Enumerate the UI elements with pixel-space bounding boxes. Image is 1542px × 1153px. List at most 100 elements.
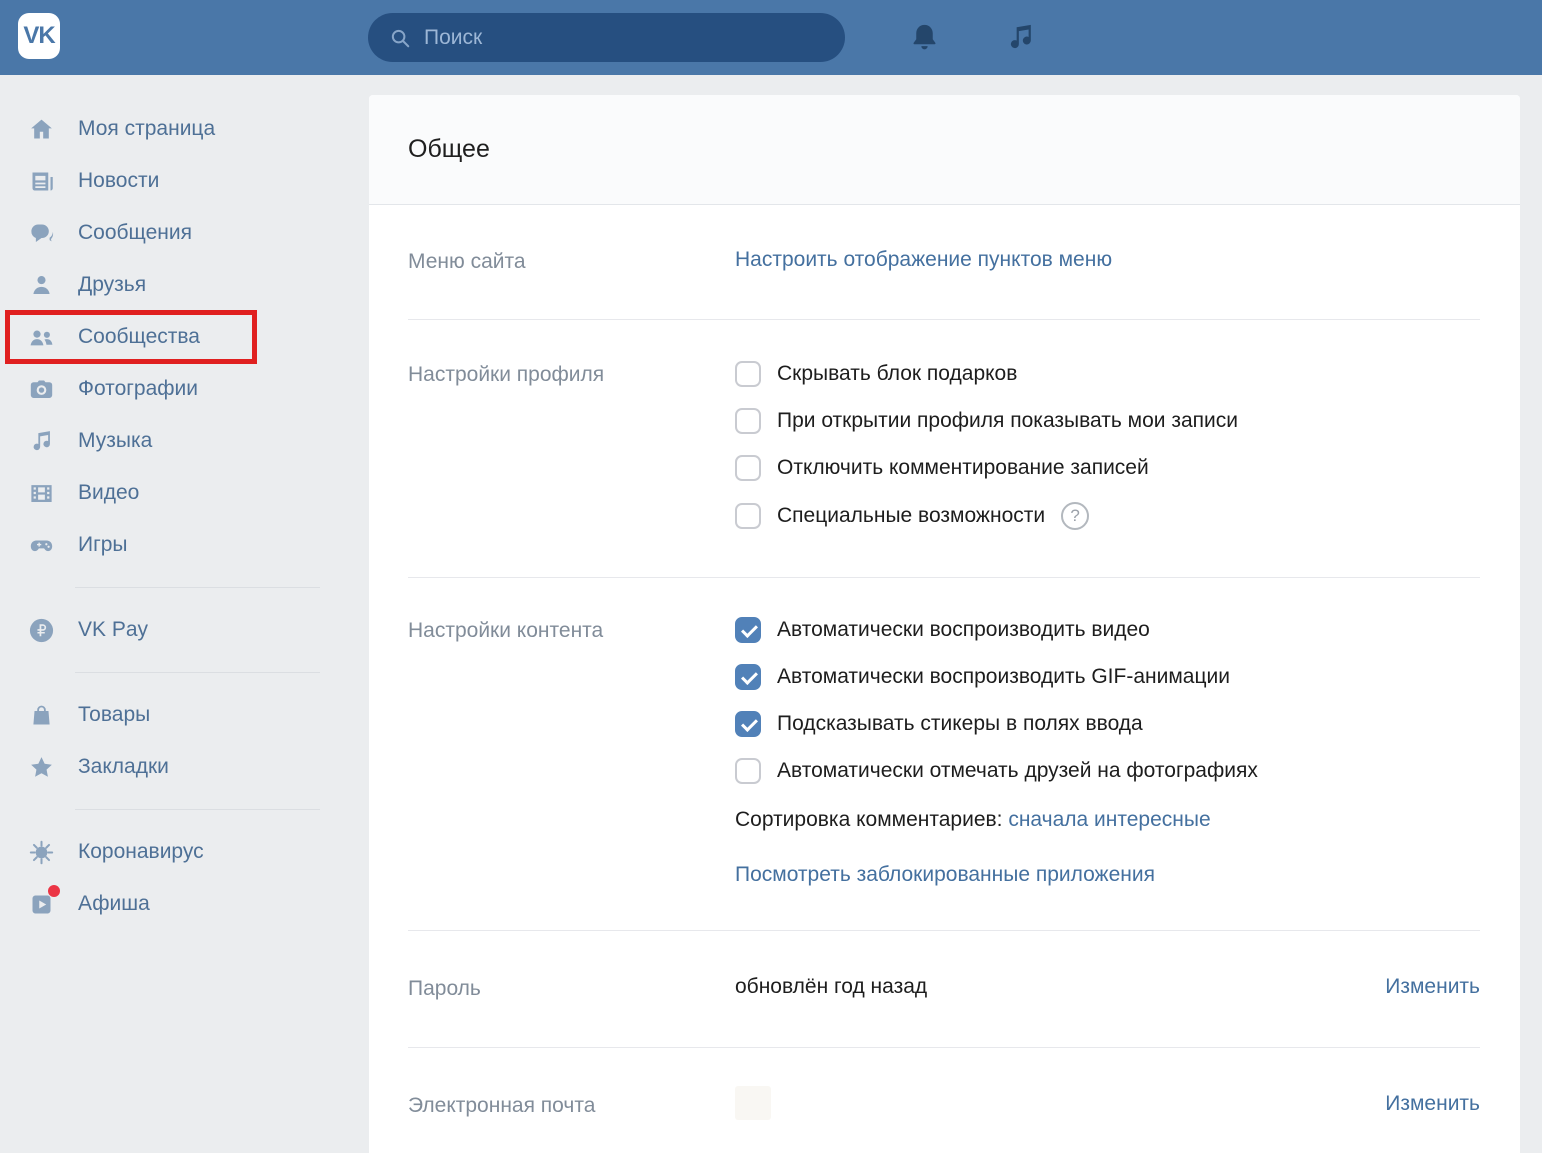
- communities-icon: [25, 321, 57, 353]
- star-icon: [25, 751, 57, 783]
- checkbox-row: Автоматически отмечать друзей на фотогра…: [735, 758, 1480, 784]
- search-input[interactable]: Поиск: [368, 13, 845, 62]
- checkbox-row: Подсказывать стикеры в полях ввода: [735, 711, 1480, 737]
- checkbox-row: Автоматически воспроизводить видео: [735, 617, 1480, 643]
- messages-icon: [25, 217, 57, 249]
- checkbox-label: Автоматически отмечать друзей на фотогра…: [777, 759, 1258, 783]
- vk-settings-page: VK Поиск Моя страни: [0, 0, 1542, 1153]
- sidebar-item-music[interactable]: Музыка: [0, 415, 369, 467]
- search-placeholder: Поиск: [424, 26, 482, 50]
- checkbox-suggest-stickers[interactable]: [735, 711, 761, 737]
- home-icon: [25, 113, 57, 145]
- afisha-icon: [25, 888, 57, 920]
- checkbox-label: Отключить комментирование записей: [777, 456, 1149, 480]
- email-value-redacted: [735, 1086, 771, 1120]
- password-status: обновлён год назад: [735, 975, 927, 1001]
- virus-icon: [25, 836, 57, 868]
- row-email: Электронная почта Изменить: [408, 1048, 1480, 1153]
- sidebar-item-label: Товары: [78, 703, 150, 727]
- comment-sorting-line: Сортировка комментариев: сначала интерес…: [735, 808, 1480, 832]
- checkbox-auto-tag-friends[interactable]: [735, 758, 761, 784]
- checkbox-label: При открытии профиля показывать мои запи…: [777, 409, 1238, 433]
- checkbox-label: Автоматически воспроизводить видео: [777, 618, 1150, 642]
- sidebar-item-label: Музыка: [78, 429, 152, 453]
- checkbox-autoplay-video[interactable]: [735, 617, 761, 643]
- configure-menu-link[interactable]: Настроить отображение пунктов меню: [735, 248, 1112, 271]
- sidebar-item-label: Фотографии: [78, 377, 198, 401]
- notification-badge: [48, 885, 60, 897]
- sidebar-divider: [75, 809, 320, 810]
- checkbox-show-my-posts[interactable]: [735, 408, 761, 434]
- comment-sorting-label: Сортировка комментариев:: [735, 808, 1002, 831]
- row-password: Пароль обновлён год назад Изменить: [408, 931, 1480, 1048]
- sidebar-item-label: Сообщества: [78, 325, 200, 349]
- top-navigation-bar: VK Поиск: [0, 0, 1542, 75]
- camera-icon: [25, 373, 57, 405]
- sidebar-item-bookmarks[interactable]: Закладки: [0, 741, 369, 793]
- sidebar-item-label: Игры: [78, 533, 128, 557]
- checkbox-hide-gifts[interactable]: [735, 361, 761, 387]
- sidebar-divider: [75, 587, 320, 588]
- checkbox-row: Отключить комментирование записей: [735, 455, 1480, 481]
- change-password-link[interactable]: Изменить: [1385, 975, 1480, 1001]
- sidebar-item-coronavirus[interactable]: Коронавирус: [0, 826, 369, 878]
- sidebar-item-friends[interactable]: Друзья: [0, 259, 369, 311]
- checkbox-row: Скрывать блок подарков: [735, 361, 1480, 387]
- row-label: Пароль: [408, 975, 735, 1001]
- sidebar-item-label: Сообщения: [78, 221, 192, 245]
- news-icon: [25, 165, 57, 197]
- friend-icon: [25, 269, 57, 301]
- sidebar: Моя страница Новости Сообщения: [0, 75, 369, 1153]
- music-icon: [25, 425, 57, 457]
- sidebar-item-games[interactable]: Игры: [0, 519, 369, 571]
- sidebar-item-news[interactable]: Новости: [0, 155, 369, 207]
- row-content-settings: Настройки контента Автоматически воспрои…: [408, 578, 1480, 931]
- search-icon: [389, 27, 411, 49]
- vk-logo[interactable]: VK: [18, 13, 60, 59]
- sidebar-item-label: Новости: [78, 169, 159, 193]
- sidebar-item-vk-pay[interactable]: VK Pay: [0, 604, 369, 656]
- vkpay-icon: [25, 614, 57, 646]
- checkbox-autoplay-gif[interactable]: [735, 664, 761, 690]
- checkbox-label: Скрывать блок подарков: [777, 362, 1017, 386]
- sidebar-item-label: Закладки: [78, 755, 169, 779]
- settings-header: Общее: [369, 95, 1520, 205]
- row-label: Настройки контента: [408, 617, 735, 887]
- sidebar-item-goods[interactable]: Товары: [0, 689, 369, 741]
- row-site-menu: Меню сайта Настроить отображение пунктов…: [408, 205, 1480, 320]
- video-icon: [25, 477, 57, 509]
- blocked-apps-link[interactable]: Посмотреть заблокированные приложения: [735, 863, 1155, 886]
- checkbox-disable-comments[interactable]: [735, 455, 761, 481]
- row-profile-settings: Настройки профиля Скрывать блок подарков…: [408, 320, 1480, 578]
- sidebar-item-messages[interactable]: Сообщения: [0, 207, 369, 259]
- sidebar-item-afisha[interactable]: Афиша: [0, 878, 369, 930]
- bag-icon: [25, 699, 57, 731]
- sidebar-item-label: VK Pay: [78, 618, 148, 642]
- bell-icon[interactable]: [908, 21, 941, 54]
- comment-sorting-link[interactable]: сначала интересные: [1008, 808, 1210, 831]
- music-icon[interactable]: [1004, 21, 1037, 54]
- sidebar-divider: [75, 672, 320, 673]
- sidebar-item-label: Моя страница: [78, 117, 215, 141]
- gamepad-icon: [25, 529, 57, 561]
- sidebar-item-photos[interactable]: Фотографии: [0, 363, 369, 415]
- checkbox-row: Специальные возможности ?: [735, 502, 1480, 530]
- checkbox-label: Подсказывать стикеры в полях ввода: [777, 712, 1143, 736]
- checkbox-label: Автоматически воспроизводить GIF-анимаци…: [777, 665, 1230, 689]
- sidebar-item-label: Коронавирус: [78, 840, 204, 864]
- checkbox-row: Автоматически воспроизводить GIF-анимаци…: [735, 664, 1480, 690]
- row-label: Электронная почта: [408, 1092, 735, 1120]
- checkbox-row: При открытии профиля показывать мои запи…: [735, 408, 1480, 434]
- sidebar-item-my-page[interactable]: Моя страница: [0, 103, 369, 155]
- page-title: Общее: [408, 135, 490, 164]
- help-icon[interactable]: ?: [1061, 502, 1089, 530]
- row-label: Настройки профиля: [408, 361, 735, 530]
- sidebar-item-label: Афиша: [78, 892, 150, 916]
- checkbox-accessibility[interactable]: [735, 503, 761, 529]
- sidebar-item-communities[interactable]: Сообщества: [0, 311, 369, 363]
- sidebar-item-label: Видео: [78, 481, 139, 505]
- checkbox-label: Специальные возможности: [777, 504, 1045, 528]
- change-email-link[interactable]: Изменить: [1385, 1092, 1480, 1120]
- sidebar-item-label: Друзья: [78, 273, 146, 297]
- sidebar-item-video[interactable]: Видео: [0, 467, 369, 519]
